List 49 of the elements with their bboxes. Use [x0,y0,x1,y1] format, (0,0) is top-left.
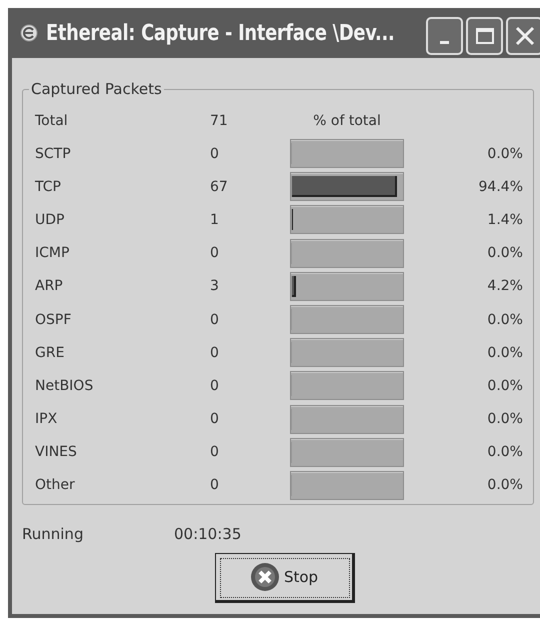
group-title: Captured Packets [30,80,163,98]
packet-count: 0 [210,411,219,428]
packet-count: 0 [210,477,219,494]
protocol-name: SCTP [35,146,72,162]
packet-count: 0 [210,245,219,262]
protocol-name: UDP [35,212,66,228]
percent-value: 4.2% [487,278,523,294]
percent-value: 0.0% [487,444,523,460]
protocol-name: IPX [35,411,58,428]
total-label: Total [35,112,69,128]
maximize-button[interactable] [466,17,503,55]
close-button[interactable] [506,17,540,55]
protocol-name: ARP [35,278,64,294]
percent-value: 94.4% [478,178,523,195]
minimize-icon [440,40,449,44]
packet-count: 1 [210,212,219,228]
percent-value: 0.0% [487,411,523,428]
total-count: 71 [210,112,229,128]
protocol-name: ICMP [35,245,70,262]
packet-count: 0 [210,378,219,394]
percent-value: 0.0% [487,312,523,328]
packet-count: 0 [210,312,219,328]
packet-count: 3 [210,278,219,294]
packet-count: 0 [210,146,219,162]
app-logo-icon [20,24,38,42]
percent-value: 0.0% [487,146,523,162]
protocol-name: OSPF [35,312,72,328]
percent-value: 1.4% [487,212,523,228]
packet-count: 0 [210,344,219,361]
percent-value: 0.0% [487,344,523,361]
stop-icon [250,562,280,592]
percent-value: 0.0% [487,477,523,494]
maximize-icon [474,27,494,45]
packet-count: 0 [210,444,219,460]
protocol-name: Other [35,477,76,494]
minimize-button[interactable] [426,17,463,55]
stop-button[interactable]: Stop [215,553,355,603]
percent-value: 0.0% [487,378,523,394]
elapsed-time: 00:10:35 [174,525,242,543]
window-title: Ethereal: Capture - Interface \Dev... [46,20,394,46]
protocol-name: GRE [35,344,66,361]
protocol-name: VINES [35,444,78,460]
percent-value: 0.0% [487,245,523,262]
column-header: % of total [313,112,381,128]
status-label: Running [22,525,84,543]
protocol-name: NetBIOS [35,378,94,394]
protocol-name: TCP [35,178,62,195]
packet-count: 67 [210,178,228,195]
close-icon [514,25,536,47]
